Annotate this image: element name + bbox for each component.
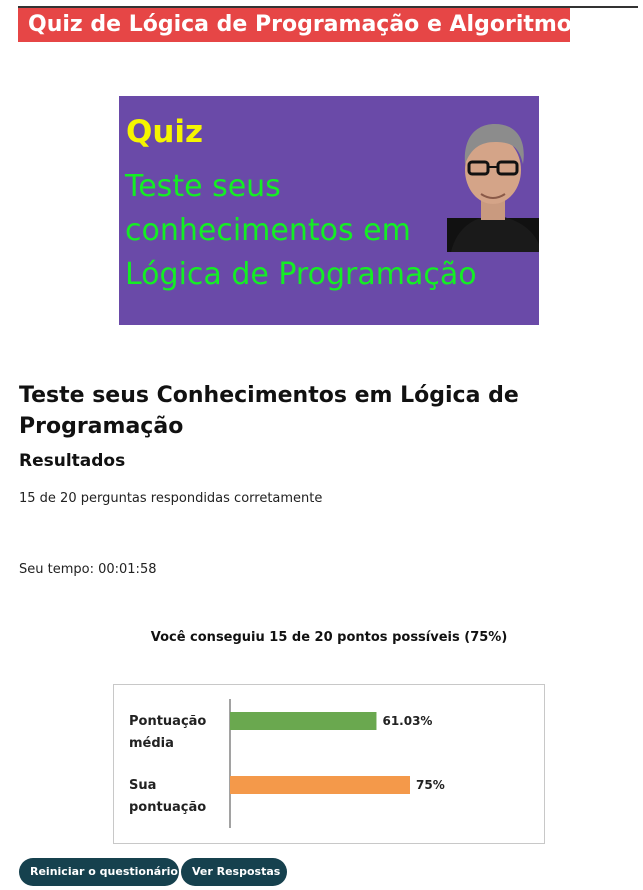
score-comparison-chart: 61.03% Pontuação média 75% Sua pontuação xyxy=(113,684,545,844)
chart-category-label-1-0: Sua xyxy=(129,778,156,793)
page-heading: Quiz de Lógica de Programação e Algoritm… xyxy=(18,8,585,42)
time-taken-text: Seu tempo: 00:01:58 xyxy=(19,562,157,577)
banner-quiz-text: Quiz xyxy=(126,114,204,150)
quiz-title: Teste seus Conhecimentos em Lógica de Pr… xyxy=(19,383,519,439)
score-chart-svg: 61.03% Pontuação média 75% Sua pontuação xyxy=(129,699,445,828)
banner-line-3: Lógica de Programação xyxy=(125,257,477,292)
chart-bar-1 xyxy=(230,776,410,794)
chart-category-label-0-0: Pontuação xyxy=(129,714,206,729)
correct-answers-text: 15 de 20 perguntas respondidas corretame… xyxy=(19,491,323,506)
chart-value-label-1: 75% xyxy=(416,778,445,792)
chart-value-label-0: 61.03% xyxy=(382,714,432,728)
results-heading: Resultados xyxy=(19,451,126,471)
restart-quiz-button[interactable]: Reiniciar o questionário xyxy=(19,858,179,886)
banner-line-2: conhecimentos em xyxy=(125,213,411,248)
author-portrait-image xyxy=(447,124,539,252)
quiz-banner-image: Quiz Teste seus conhecimentos em Lógica … xyxy=(119,96,539,325)
banner-line-1: Teste seus xyxy=(125,169,281,204)
chart-category-label-0-1: média xyxy=(129,736,174,751)
points-summary-text: Você conseguiu 15 de 20 pontos possíveis… xyxy=(150,630,508,645)
chart-category-label-1-1: pontuação xyxy=(129,800,206,815)
view-answers-button[interactable]: Ver Respostas xyxy=(181,858,287,886)
chart-bar-0 xyxy=(230,712,377,730)
